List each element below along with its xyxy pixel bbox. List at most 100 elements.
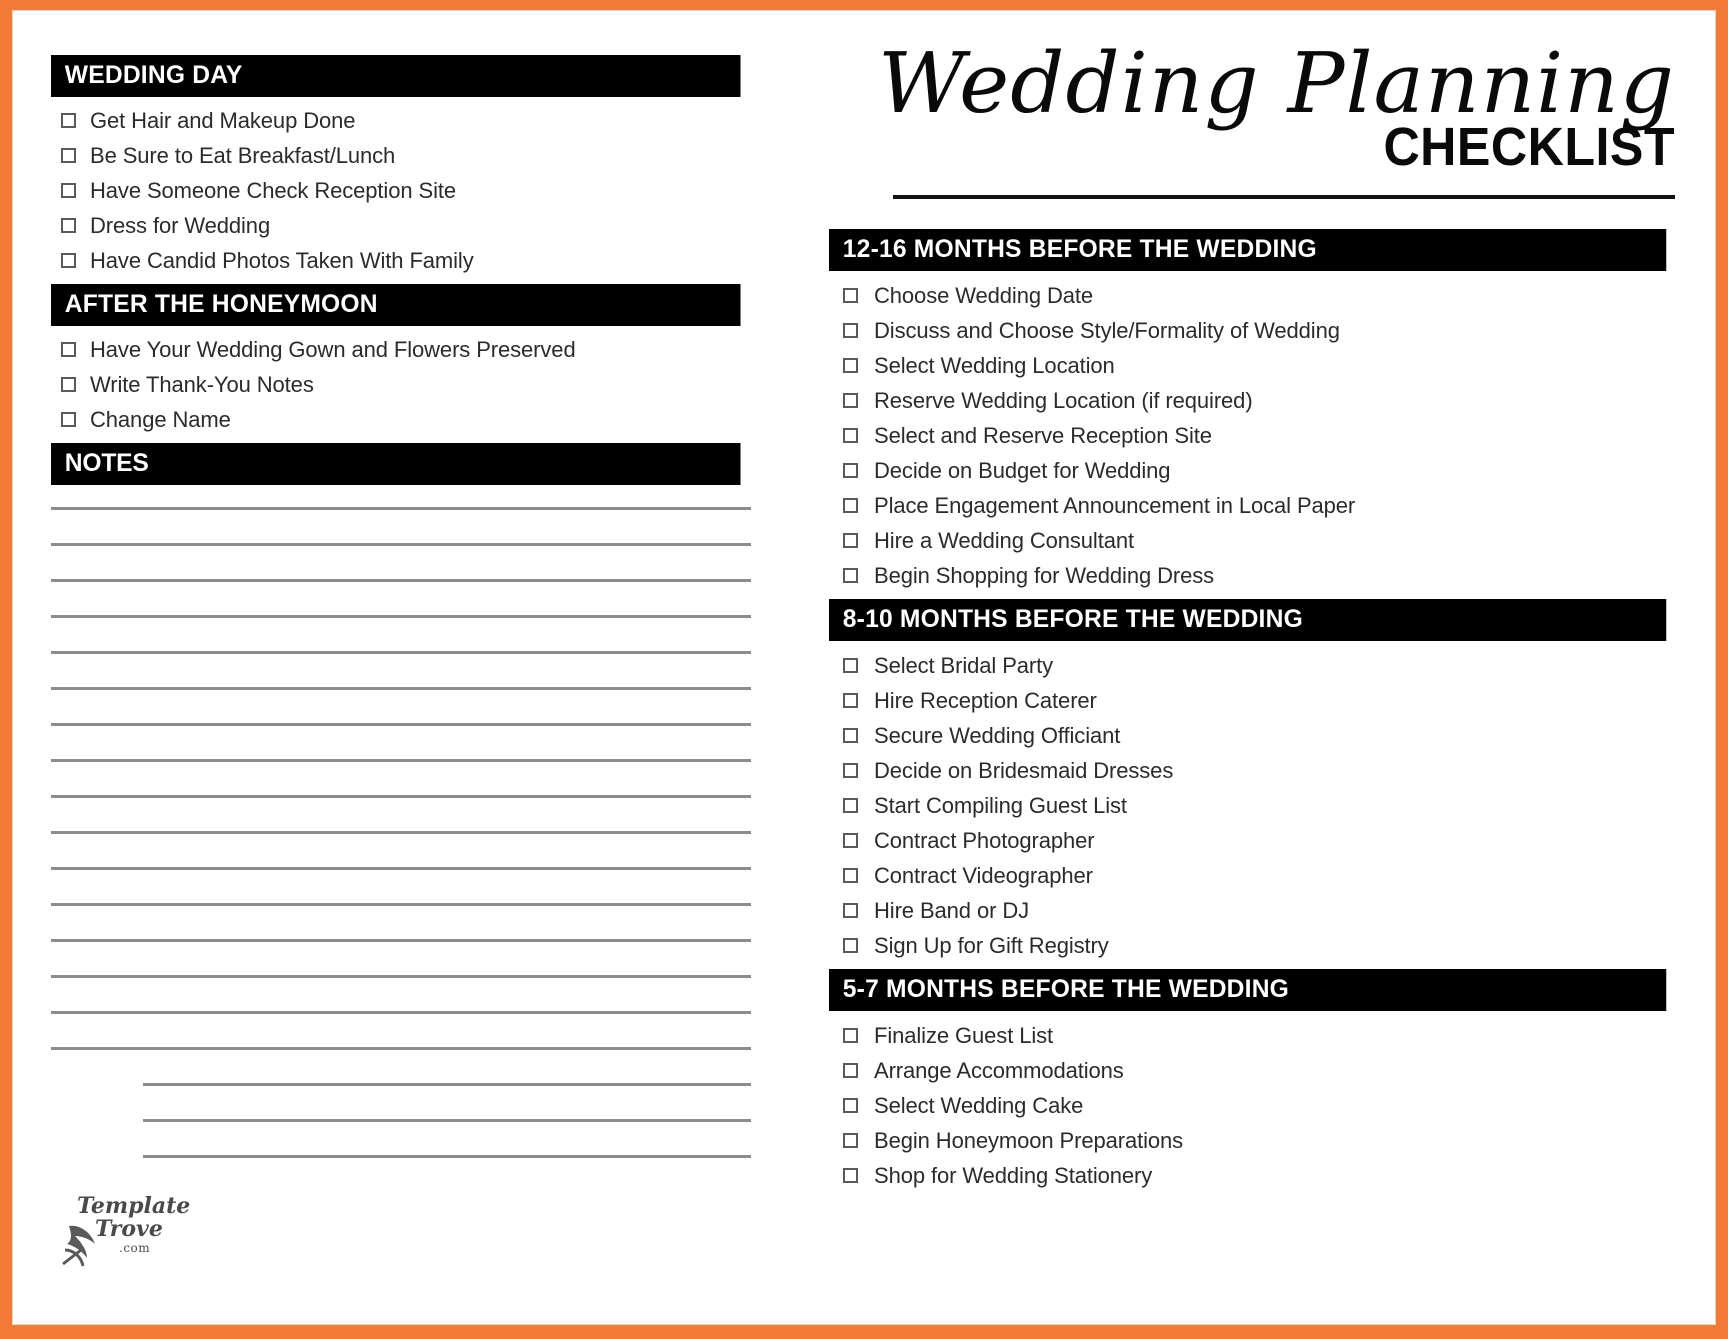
note-line[interactable] — [143, 1119, 751, 1122]
checklist-item[interactable]: Have Candid Photos Taken With Family — [51, 243, 773, 278]
section-heading: 12-16 MONTHS BEFORE THE WEDDING — [829, 229, 1667, 272]
checkbox-icon[interactable] — [843, 533, 858, 549]
checklist-item[interactable]: Choose Wedding Date — [829, 278, 1679, 313]
checklist-item[interactable]: Hire Band or DJ — [829, 893, 1679, 928]
checkbox-icon[interactable] — [843, 498, 858, 514]
notes-ruled-lines[interactable] — [51, 507, 751, 1158]
checklist-group: 12-16 MONTHS BEFORE THE WEDDING Choose We… — [829, 229, 1679, 593]
checkbox-icon[interactable] — [843, 323, 858, 339]
note-line[interactable] — [51, 903, 751, 906]
checklist-item-label: Select and Reserve Reception Site — [874, 422, 1212, 448]
note-line[interactable] — [51, 651, 751, 654]
checklist-item[interactable]: Select Wedding Cake — [829, 1088, 1679, 1123]
checklist-item[interactable]: Be Sure to Eat Breakfast/Lunch — [51, 138, 773, 173]
checkbox-icon[interactable] — [843, 1028, 858, 1044]
checkbox-icon[interactable] — [61, 183, 76, 198]
checklist-sheet: WEDDING DAY Get Hair and Makeup Done Be Su… — [12, 10, 1716, 1325]
checklist-item-label: Secure Wedding Officiant — [874, 722, 1121, 748]
note-line[interactable] — [51, 795, 751, 798]
page-frame: WEDDING DAY Get Hair and Makeup Done Be Su… — [0, 0, 1728, 1339]
checkbox-icon[interactable] — [843, 1063, 858, 1079]
checklist-item[interactable]: Discuss and Choose Style/Formality of We… — [829, 313, 1679, 348]
checkbox-icon[interactable] — [843, 868, 858, 884]
note-line[interactable] — [51, 723, 751, 726]
checkbox-icon[interactable] — [61, 218, 76, 233]
checklist-item[interactable]: Finalize Guest List — [829, 1018, 1679, 1053]
checkbox-icon[interactable] — [61, 253, 76, 268]
checkbox-icon[interactable] — [843, 938, 858, 954]
checkbox-icon[interactable] — [843, 358, 858, 374]
note-line[interactable] — [51, 939, 751, 942]
checkbox-icon[interactable] — [843, 568, 858, 584]
note-line[interactable] — [143, 1155, 751, 1158]
note-line[interactable] — [51, 687, 751, 690]
checklist-item[interactable]: Decide on Budget for Wedding — [829, 453, 1679, 488]
checkbox-icon[interactable] — [843, 428, 858, 444]
checklist-item[interactable]: Place Engagement Announcement in Local P… — [829, 488, 1679, 523]
checkbox-icon[interactable] — [843, 833, 858, 849]
checklist-item[interactable]: Have Someone Check Reception Site — [51, 173, 773, 208]
checkbox-icon[interactable] — [843, 393, 858, 409]
note-line[interactable] — [51, 1047, 751, 1050]
checkbox-icon[interactable] — [843, 798, 858, 814]
checklist-item[interactable]: Contract Photographer — [829, 823, 1679, 858]
note-line[interactable] — [51, 867, 751, 870]
checkbox-icon[interactable] — [843, 903, 858, 919]
checklist-item[interactable]: Write Thank-You Notes — [51, 367, 773, 402]
checkbox-icon[interactable] — [61, 342, 76, 357]
checklist-item[interactable]: Have Your Wedding Gown and Flowers Prese… — [51, 332, 773, 367]
checklist-item[interactable]: Arrange Accommodations — [829, 1053, 1679, 1088]
note-line[interactable] — [51, 543, 751, 546]
checklist-item[interactable]: Secure Wedding Officiant — [829, 718, 1679, 753]
checkbox-icon[interactable] — [843, 1133, 858, 1149]
note-line[interactable] — [143, 1083, 751, 1086]
checklist-item-label: Be Sure to Eat Breakfast/Lunch — [90, 142, 396, 168]
bell-flourish-icon — [62, 1225, 95, 1267]
note-line[interactable] — [51, 579, 751, 582]
checklist-item[interactable]: Contract Videographer — [829, 858, 1679, 893]
checklist-item[interactable]: Decide on Bridesmaid Dresses — [829, 753, 1679, 788]
note-line[interactable] — [51, 831, 751, 834]
checkbox-icon[interactable] — [61, 377, 76, 392]
note-line[interactable] — [51, 615, 751, 618]
checklist-item-label: Decide on Budget for Wedding — [874, 457, 1171, 483]
checklist-item[interactable]: Hire a Wedding Consultant — [829, 523, 1679, 558]
checkbox-icon[interactable] — [843, 693, 858, 709]
note-line[interactable] — [51, 975, 751, 978]
note-line[interactable] — [51, 507, 751, 510]
checkbox-icon[interactable] — [61, 113, 76, 128]
checklist-item-label: Hire a Wedding Consultant — [874, 527, 1135, 553]
section-heading: 8-10 MONTHS BEFORE THE WEDDING — [829, 599, 1667, 642]
checkbox-icon[interactable] — [843, 728, 858, 744]
checklist-item[interactable]: Begin Shopping for Wedding Dress — [829, 558, 1679, 593]
checklist-item-label: Discuss and Choose Style/Formality of We… — [874, 317, 1340, 343]
note-line[interactable] — [51, 1011, 751, 1014]
checklist-item[interactable]: Select Wedding Location — [829, 348, 1679, 383]
checklist-item[interactable]: Reserve Wedding Location (if required) — [829, 383, 1679, 418]
checklist-item[interactable]: Select Bridal Party — [829, 648, 1679, 683]
checklist-item[interactable]: Begin Honeymoon Preparations — [829, 1123, 1679, 1158]
checklist-item[interactable]: Change Name — [51, 402, 773, 437]
checkbox-icon[interactable] — [843, 658, 858, 674]
checkbox-icon[interactable] — [843, 463, 858, 479]
checklist-item-label: Reserve Wedding Location (if required) — [874, 387, 1253, 413]
masthead: Wedding Planning CHECKLIST — [829, 42, 1679, 200]
checkbox-icon[interactable] — [843, 1168, 858, 1184]
checklist-item[interactable]: Shop for Wedding Stationery — [829, 1158, 1679, 1193]
checkbox-icon[interactable] — [843, 763, 858, 779]
checklist-item-label: Place Engagement Announcement in Local P… — [874, 492, 1356, 518]
checklist-item[interactable]: Start Compiling Guest List — [829, 788, 1679, 823]
checklist-item[interactable]: Get Hair and Makeup Done — [51, 103, 773, 138]
note-line[interactable] — [51, 759, 751, 762]
checklist-item[interactable]: Select and Reserve Reception Site — [829, 418, 1679, 453]
checklist-item-label: Contract Photographer — [874, 827, 1095, 853]
section-heading: 5-7 MONTHS BEFORE THE WEDDING — [829, 969, 1667, 1012]
checklist-item[interactable]: Sign Up for Gift Registry — [829, 928, 1679, 963]
checklist-item[interactable]: Dress for Wedding — [51, 208, 773, 243]
checkbox-icon[interactable] — [61, 412, 76, 427]
checkbox-icon[interactable] — [843, 1098, 858, 1114]
checklist-item[interactable]: Hire Reception Caterer — [829, 683, 1679, 718]
checklist-items: Select Bridal Party Hire Reception Catere… — [829, 648, 1679, 963]
checkbox-icon[interactable] — [61, 148, 76, 163]
checkbox-icon[interactable] — [843, 288, 858, 304]
